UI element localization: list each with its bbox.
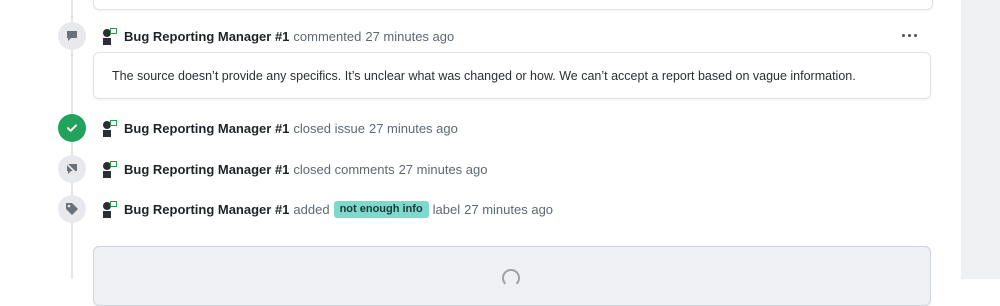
event-actor-link[interactable]: Bug Reporting Manager #1 xyxy=(124,202,289,217)
event-action: closed comments xyxy=(293,161,395,177)
more-dots-icon xyxy=(901,33,905,37)
event-closed-issue: Bug Reporting Manager #1 closed issue 27… xyxy=(100,118,458,138)
comment-more-options-button[interactable] xyxy=(896,26,922,44)
event-actor-link[interactable]: Bug Reporting Manager #1 xyxy=(124,162,289,177)
event-actor-link[interactable]: Bug Reporting Manager #1 xyxy=(124,121,289,136)
check-circle-icon xyxy=(58,114,86,142)
comment-body: The source doesn’t provide any specifics… xyxy=(112,69,856,83)
loading-spinner-icon xyxy=(502,269,520,287)
user-avatar-icon[interactable] xyxy=(100,27,118,45)
comment-editor-box[interactable] xyxy=(93,246,931,306)
comment-locked-icon xyxy=(58,155,86,183)
comment-action: commented xyxy=(293,28,362,44)
user-avatar-icon[interactable] xyxy=(100,160,118,178)
previous-comment-card xyxy=(93,0,933,10)
comment-actor-link[interactable]: Bug Reporting Manager #1 xyxy=(124,29,289,44)
tag-icon xyxy=(58,195,86,223)
comment-icon xyxy=(58,22,86,50)
comment-time[interactable]: 27 minutes ago xyxy=(365,29,454,44)
event-time[interactable]: 27 minutes ago xyxy=(464,202,553,217)
comment-header: Bug Reporting Manager #1 commented 27 mi… xyxy=(100,26,454,46)
comment-card: The source doesn’t provide any specifics… xyxy=(93,52,931,99)
user-avatar-icon[interactable] xyxy=(100,119,118,137)
event-action-suffix: label xyxy=(432,201,461,217)
right-gutter xyxy=(961,0,1000,279)
event-action: added xyxy=(293,201,330,217)
event-closed-comments: Bug Reporting Manager #1 closed comments… xyxy=(100,159,487,179)
user-avatar-icon[interactable] xyxy=(100,200,118,218)
event-added-label: Bug Reporting Manager #1 added not enoug… xyxy=(100,199,553,219)
event-action: closed issue xyxy=(293,120,365,136)
event-time[interactable]: 27 minutes ago xyxy=(399,162,488,177)
label-badge[interactable]: not enough info xyxy=(333,200,429,218)
event-time[interactable]: 27 minutes ago xyxy=(369,121,458,136)
